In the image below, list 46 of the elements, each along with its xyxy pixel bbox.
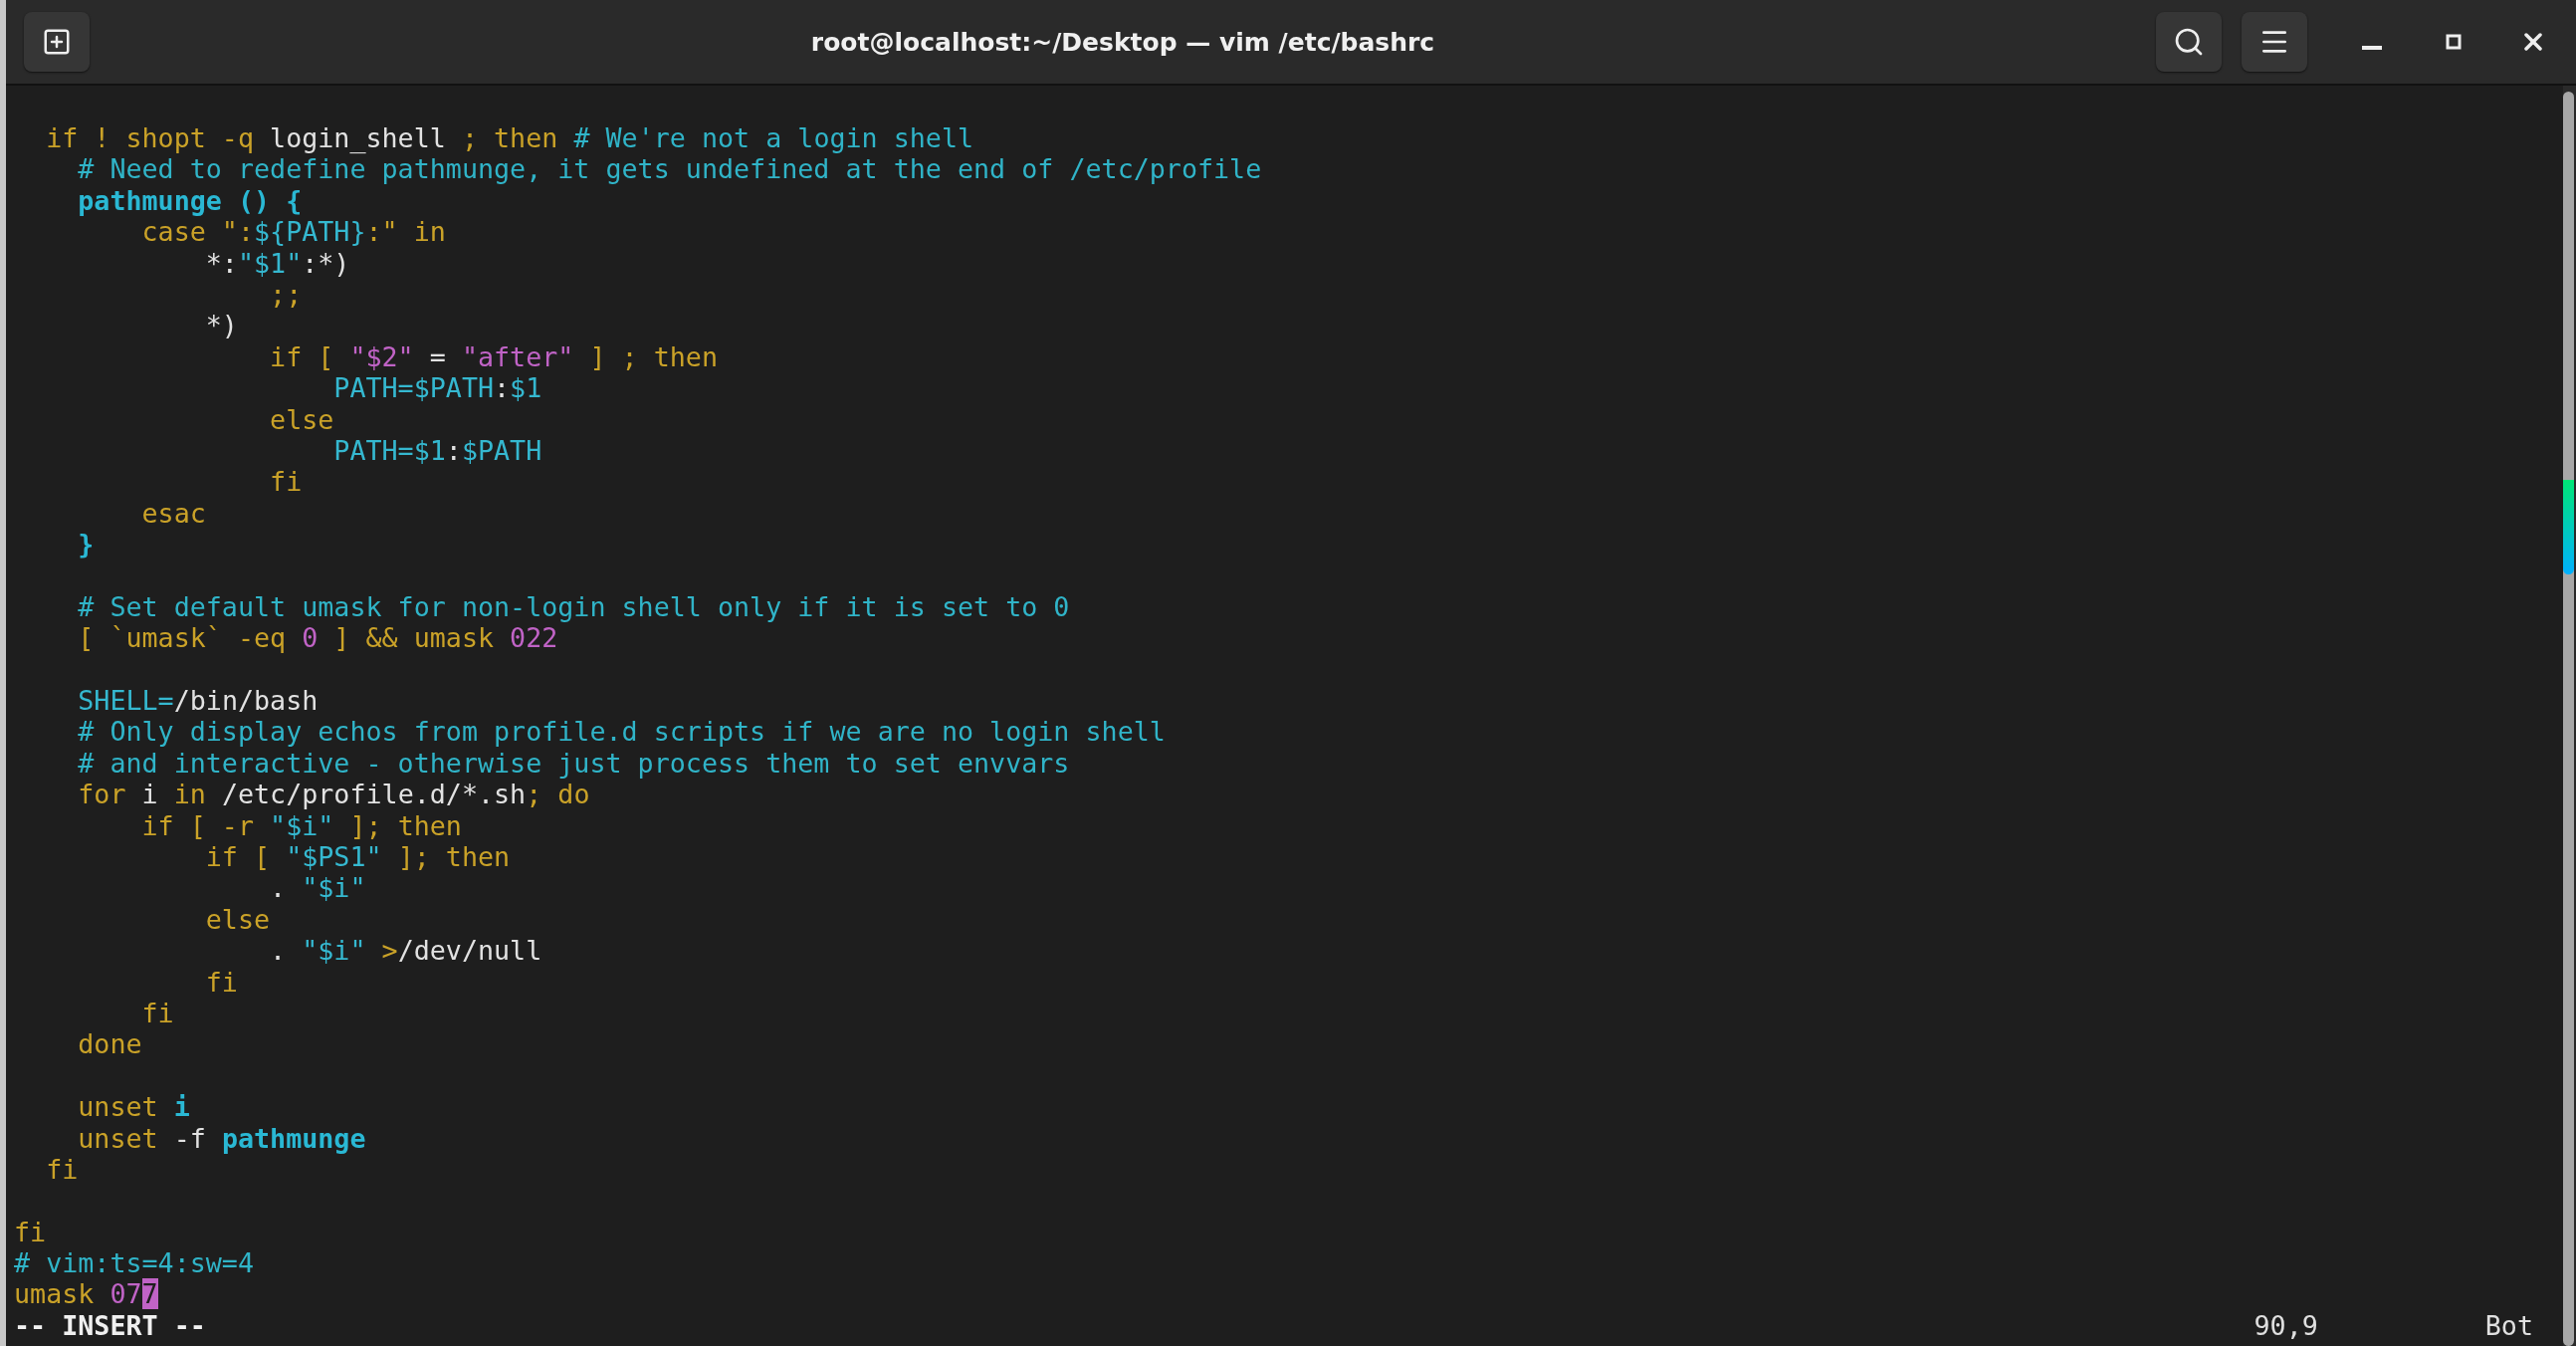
search-icon bbox=[2173, 26, 2205, 58]
code-line: # vim:ts=4:sw=4 bbox=[14, 1247, 255, 1279]
code-line: . "$i" bbox=[269, 872, 367, 904]
code-line: if [ -r "$i" ]; then bbox=[140, 809, 463, 841]
new-tab-button[interactable] bbox=[24, 12, 90, 72]
maximize-icon bbox=[2446, 34, 2462, 50]
code-line: fi bbox=[45, 1153, 80, 1186]
code-line: fi bbox=[204, 966, 239, 998]
code-line: unset -f pathmunge bbox=[77, 1122, 367, 1154]
code-line: pathmunge () { bbox=[77, 184, 304, 217]
code-line: if [ "$2" = "after" ] ; then bbox=[269, 340, 719, 373]
code-line: PATH=$PATH:$1 bbox=[332, 372, 543, 404]
code-line: . "$i" >/dev/null bbox=[269, 935, 543, 967]
code-line: else bbox=[269, 403, 335, 435]
search-button[interactable] bbox=[2156, 12, 2222, 72]
code-line: else bbox=[204, 903, 272, 936]
code-line: if ! shopt -q login_shell ; then # We're not a login shell bbox=[45, 122, 975, 154]
code-line: # Only display echos from profile.d scripts if we are no login shell bbox=[77, 716, 1167, 748]
window-title: root@localhost:~/Desktop — vim /etc/bashrc bbox=[809, 27, 1436, 57]
code-line: *) bbox=[204, 310, 239, 341]
menu-button[interactable] bbox=[2242, 12, 2307, 72]
code-line: ;; bbox=[269, 278, 304, 311]
code-line: # Need to redefine pathmunge, it gets undefined at the end of /etc/profile bbox=[77, 153, 1263, 185]
code-line: done bbox=[77, 1028, 143, 1060]
code-line: fi bbox=[140, 997, 175, 1029]
cursor-position: 90,9 bbox=[2254, 1309, 2318, 1342]
mode-indicator: -- INSERT -- bbox=[14, 1309, 207, 1342]
code-line: esac bbox=[140, 497, 207, 530]
code-line: case ":${PATH}:" in bbox=[140, 216, 447, 248]
code-line: umask 077 bbox=[14, 1278, 159, 1310]
code-line: for i in /etc/profile.d/*.sh; do bbox=[77, 779, 591, 810]
code-line: *:"$1":*) bbox=[204, 247, 351, 279]
code-line: # and interactive - otherwise just process them to set envvars bbox=[77, 747, 1071, 780]
code-line: if [ "$PS1" ]; then bbox=[204, 841, 512, 873]
code-line: SHELL=/bin/bash bbox=[77, 685, 320, 717]
code-line: unset i bbox=[77, 1091, 191, 1123]
code-line: [ `umask` -eq 0 ] && umask 022 bbox=[77, 622, 559, 654]
code-line: fi bbox=[269, 466, 304, 498]
code-line: # Set default umask for non-login shell only if it is set to 0 bbox=[77, 590, 1071, 623]
code-line: PATH=$1:$PATH bbox=[332, 434, 543, 467]
code-line: } bbox=[77, 529, 96, 561]
plus-square-icon bbox=[42, 27, 72, 57]
minimize-icon bbox=[2362, 46, 2382, 50]
scrollbar[interactable] bbox=[2563, 86, 2576, 1346]
scroll-position: Bot bbox=[2484, 1309, 2533, 1342]
code-line: fi bbox=[14, 1216, 48, 1248]
